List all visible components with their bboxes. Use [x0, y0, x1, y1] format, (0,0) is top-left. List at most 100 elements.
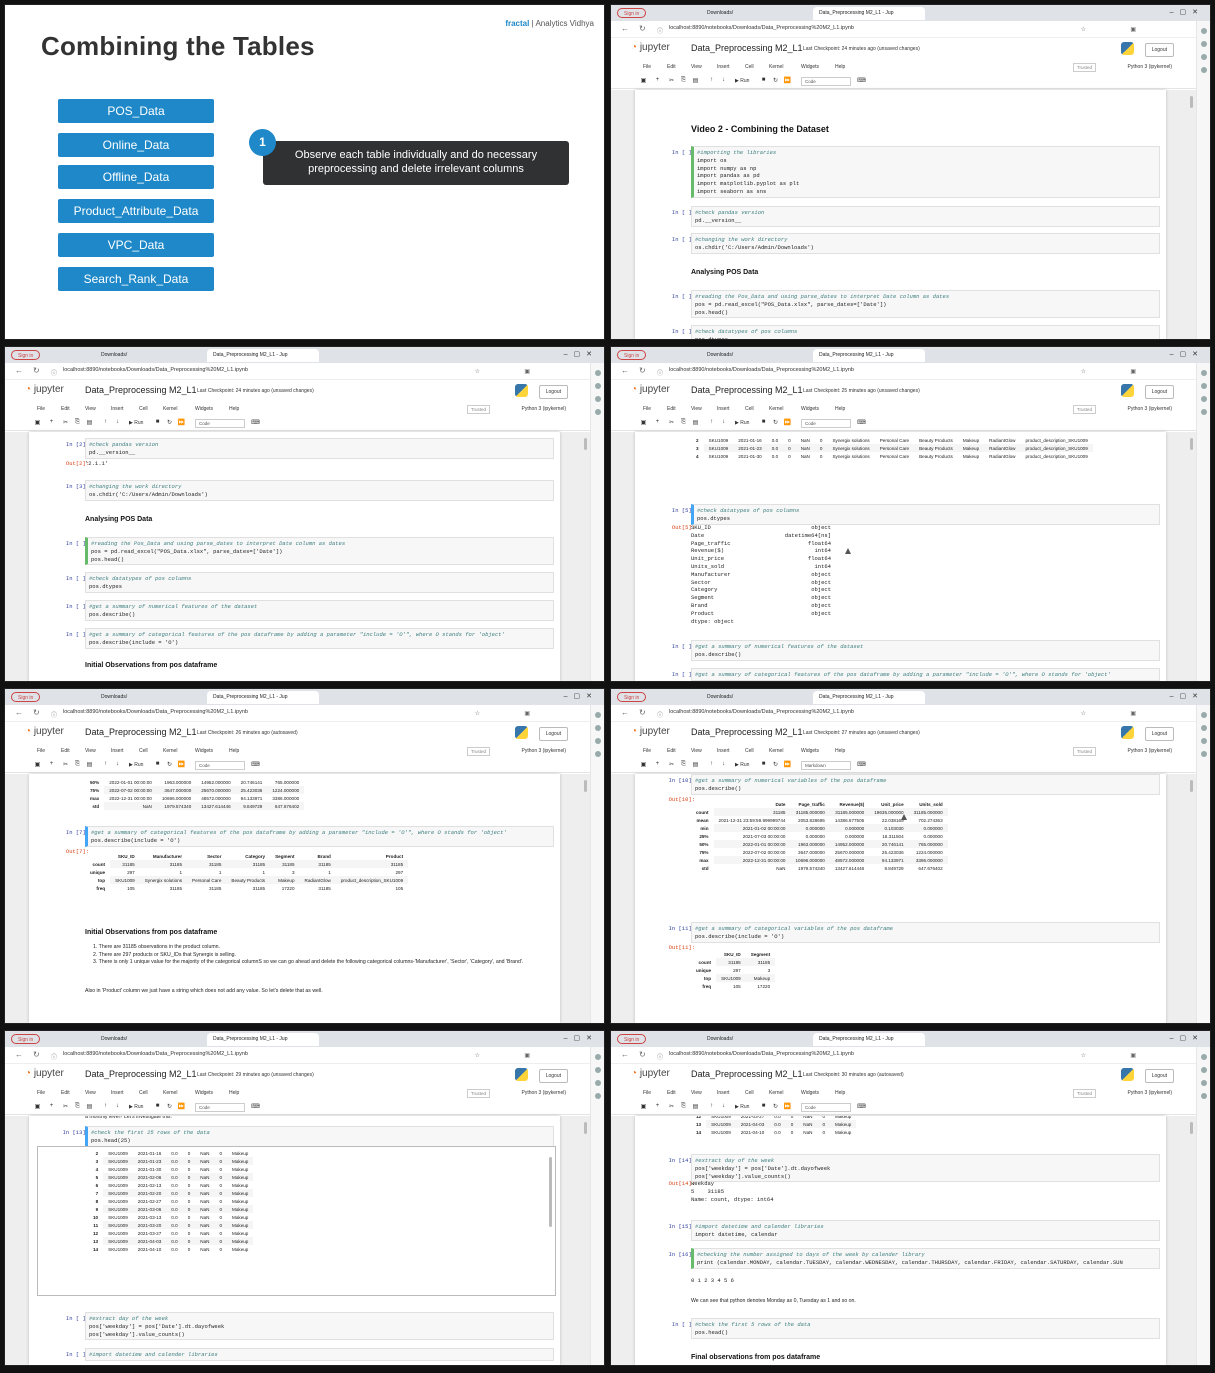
sidebar-icon[interactable] — [594, 396, 601, 402]
address-bar[interactable]: ← ↻ ⓘ localhost:8890/notebooks/Downloads… — [611, 21, 1196, 38]
run-button[interactable]: ▶ Run — [129, 420, 143, 426]
move-up-icon[interactable]: ↑ — [101, 419, 110, 428]
move-down-icon[interactable]: ↓ — [719, 419, 728, 428]
url-text[interactable]: localhost:8890/notebooks/Downloads/Data_… — [63, 367, 248, 373]
menu-cell[interactable]: Cell — [139, 1090, 148, 1096]
menu-widgets[interactable]: Widgets — [801, 748, 819, 754]
menu-widgets[interactable]: Widgets — [801, 1090, 819, 1096]
menu-file[interactable]: File — [37, 748, 45, 754]
menu-insert[interactable]: Insert — [717, 406, 730, 412]
sidebar-icon[interactable] — [594, 1067, 601, 1073]
paste-icon[interactable]: ▤ — [691, 419, 700, 428]
restart-run-all-icon[interactable]: ⏩ — [177, 1103, 186, 1112]
code-editor[interactable]: #get a summary of categorical features o… — [85, 628, 554, 649]
save-icon[interactable]: ▣ — [639, 77, 648, 86]
menu-kernel[interactable]: Kernel — [769, 406, 783, 412]
copy-icon[interactable]: ⎘ — [679, 761, 688, 770]
menu-cell[interactable]: Cell — [139, 748, 148, 754]
restart-icon[interactable]: ↻ — [165, 1103, 174, 1112]
tab-downloads[interactable]: Downloads/ — [95, 1033, 205, 1046]
logout-button[interactable]: Logout — [1144, 1069, 1174, 1083]
tab-notebook[interactable]: Data_Preprocessing M2_L1 - Jup — [207, 1033, 319, 1046]
menu-file[interactable]: File — [643, 64, 651, 70]
menu-insert[interactable]: Insert — [717, 748, 730, 754]
code-editor[interactable]: #check pandas version pd.__version__ — [85, 438, 554, 459]
reload-icon[interactable]: ↻ — [639, 1050, 646, 1059]
extensions-icon[interactable]: ▣ — [524, 710, 530, 717]
code-editor[interactable]: #get a summary of numerical variables of… — [691, 774, 1160, 795]
tab-downloads[interactable]: Downloads/ — [95, 691, 205, 704]
sidebar-icon[interactable] — [1200, 383, 1207, 389]
restart-run-all-icon[interactable]: ⏩ — [783, 761, 792, 770]
url-text[interactable]: localhost:8890/notebooks/Downloads/Data_… — [63, 709, 248, 715]
menu-view[interactable]: View — [691, 1090, 702, 1096]
restart-run-all-icon[interactable]: ⏩ — [783, 77, 792, 86]
move-down-icon[interactable]: ↓ — [113, 761, 122, 770]
notebook-scrollbar[interactable] — [1190, 96, 1193, 108]
extensions-icon[interactable]: ▣ — [1130, 1052, 1136, 1059]
code-editor[interactable]: #check pandas version pd.__version__ — [691, 206, 1160, 227]
code-editor[interactable]: #get a summary of numerical features of … — [85, 600, 554, 621]
logout-button[interactable]: Logout — [1144, 43, 1174, 57]
menu-view[interactable]: View — [85, 748, 96, 754]
command-palette-icon[interactable]: ⌨ — [857, 419, 866, 428]
cell-type-select[interactable]: Code — [195, 1103, 245, 1112]
stop-icon[interactable]: ■ — [153, 1103, 162, 1112]
menu-cell[interactable]: Cell — [745, 64, 754, 70]
menu-help[interactable]: Help — [835, 1090, 845, 1096]
menu-insert[interactable]: Insert — [717, 1090, 730, 1096]
back-icon[interactable]: ← — [15, 708, 23, 717]
stop-icon[interactable]: ■ — [759, 1103, 768, 1112]
restart-icon[interactable]: ↻ — [165, 761, 174, 770]
window-controls[interactable]: –▢✕ — [564, 350, 598, 358]
menu-insert[interactable]: Insert — [111, 748, 124, 754]
move-down-icon[interactable]: ↓ — [113, 419, 122, 428]
run-button[interactable]: ▶ Run — [129, 762, 143, 768]
address-bar[interactable]: ← ↻ ⓘ localhost:8890/notebooks/Downloads… — [5, 705, 590, 722]
tab-downloads[interactable]: Downloads/ — [95, 349, 205, 362]
restart-icon[interactable]: ↻ — [771, 1103, 780, 1112]
code-editor[interactable]: #check datatypes of pos columns pos.dtyp… — [691, 504, 1160, 525]
sidebar-icon[interactable] — [594, 370, 601, 376]
trusted-indicator[interactable]: Trusted — [466, 405, 490, 414]
sidebar-icon[interactable] — [594, 409, 601, 415]
back-icon[interactable]: ← — [15, 1050, 23, 1059]
stop-icon[interactable]: ■ — [759, 77, 768, 86]
sidebar-icon[interactable] — [594, 712, 601, 718]
url-text[interactable]: localhost:8890/notebooks/Downloads/Data_… — [669, 25, 854, 31]
menu-file[interactable]: File — [37, 1090, 45, 1096]
menu-edit[interactable]: Edit — [61, 748, 70, 754]
tab-notebook[interactable]: Data_Preprocessing M2_L1 - Jup — [813, 691, 925, 704]
menu-cell[interactable]: Cell — [745, 406, 754, 412]
tab-downloads[interactable]: Downloads/ — [701, 349, 811, 362]
move-up-icon[interactable]: ↑ — [707, 1103, 716, 1112]
menu-widgets[interactable]: Widgets — [801, 64, 819, 70]
star-icon[interactable]: ☆ — [1081, 1052, 1086, 1059]
move-up-icon[interactable]: ↑ — [101, 1103, 110, 1112]
logout-button[interactable]: Logout — [1144, 385, 1174, 399]
address-bar[interactable]: ← ↻ ⓘ localhost:8890/notebooks/Downloads… — [611, 1047, 1196, 1064]
info-icon[interactable]: ⓘ — [657, 1052, 663, 1061]
notebook-title[interactable]: Data_Preprocessing M2_L1 — [85, 385, 197, 395]
menu-view[interactable]: View — [85, 406, 96, 412]
extensions-icon[interactable]: ▣ — [524, 368, 530, 375]
code-editor[interactable]: #get a summary of categorical features o… — [691, 668, 1160, 681]
code-editor[interactable]: #get a summary of numerical features of … — [691, 640, 1160, 661]
menu-edit[interactable]: Edit — [667, 406, 676, 412]
restart-run-all-icon[interactable]: ⏩ — [783, 1103, 792, 1112]
cell-type-select[interactable]: Code — [801, 419, 851, 428]
copy-icon[interactable]: ⎘ — [679, 77, 688, 86]
menu-help[interactable]: Help — [835, 406, 845, 412]
run-button[interactable]: ▶ Run — [735, 1104, 749, 1110]
stop-icon[interactable]: ■ — [759, 761, 768, 770]
menu-insert[interactable]: Insert — [717, 64, 730, 70]
cell-type-select[interactable]: Code — [195, 419, 245, 428]
run-button[interactable]: ▶ Run — [129, 1104, 143, 1110]
sign-in-button[interactable]: Sign in — [617, 692, 647, 702]
notebook-title[interactable]: Data_Preprocessing M2_L1 — [85, 1069, 197, 1079]
trusted-indicator[interactable]: Trusted — [1072, 747, 1096, 756]
restart-icon[interactable]: ↻ — [165, 419, 174, 428]
menu-widgets[interactable]: Widgets — [195, 748, 213, 754]
menu-file[interactable]: File — [37, 406, 45, 412]
menu-file[interactable]: File — [643, 406, 651, 412]
